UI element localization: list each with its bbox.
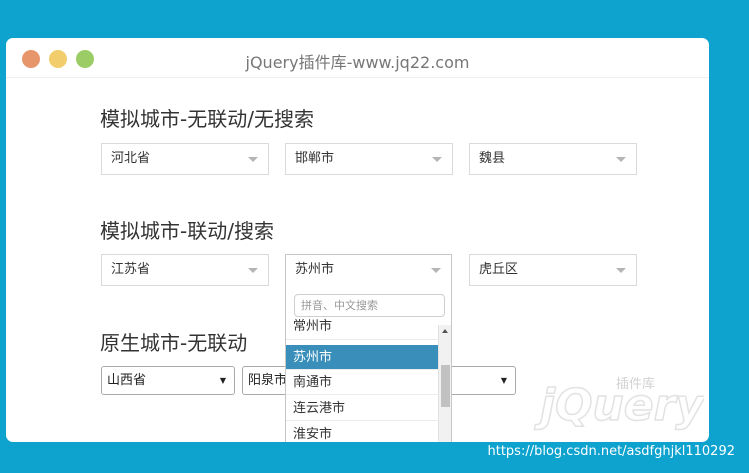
section1-city-select[interactable]: 邯郸市: [285, 143, 453, 175]
dropdown-option[interactable]: 连云港市: [286, 396, 438, 421]
section1-district-select[interactable]: 魏县: [469, 143, 637, 175]
dropdown-option-selected[interactable]: 苏州市: [286, 345, 438, 370]
scroll-thumb[interactable]: [441, 365, 450, 407]
window-title: jQuery插件库-www.jq22.com: [245, 53, 470, 72]
section1-city-value: 邯郸市: [295, 151, 335, 166]
section2-district-value: 虎丘区: [479, 262, 519, 277]
chevron-down-icon: [431, 268, 441, 273]
section2-province-value: 江苏省: [111, 262, 151, 277]
section3-city-value: 阳泉市: [248, 373, 288, 388]
city-search-input[interactable]: 拼音、中文搜索: [294, 294, 445, 317]
dropdown-option[interactable]: 淮安市: [286, 422, 438, 442]
logo-subtext: 插件库: [616, 376, 655, 392]
section2-city-select[interactable]: 苏州市: [285, 254, 452, 286]
section1-title: 模拟城市-无联动/无搜索: [100, 107, 314, 131]
title-bar: jQuery插件库-www.jq22.com: [6, 38, 709, 78]
section1-province-value: 河北省: [111, 151, 151, 166]
section2-province-select[interactable]: 江苏省: [101, 254, 269, 286]
chevron-down-icon: [248, 268, 258, 273]
section1-province-select[interactable]: 河北省: [101, 143, 269, 175]
section2-city-value: 苏州市: [295, 262, 335, 277]
section1-district-value: 魏县: [479, 151, 506, 166]
city-search-placeholder: 拼音、中文搜索: [301, 299, 378, 312]
dropdown-option[interactable]: 南通市: [286, 370, 438, 395]
watermark-url: https://blog.csdn.net/asdfghjkl110292: [487, 444, 736, 459]
triangle-down-icon: ▼: [500, 376, 507, 385]
scroll-up-icon[interactable]: [442, 329, 448, 333]
jquery-logo: jQuery 插件库: [533, 376, 704, 432]
browser-window: jQuery插件库-www.jq22.com 模拟城市-无联动/无搜索 河北省 …: [6, 38, 709, 442]
chevron-down-icon: [616, 157, 626, 162]
city-dropdown-panel: 拼音、中文搜索 常州市 苏州市 南通市 连云港市 淮安市: [285, 285, 452, 442]
section3-province-value: 山西省: [107, 373, 147, 388]
section2-title: 模拟城市-联动/搜索: [100, 219, 274, 243]
section3-title: 原生城市-无联动: [100, 331, 248, 355]
chevron-down-icon: [616, 268, 626, 273]
section3-province-select[interactable]: 山西省 ▼: [101, 366, 235, 395]
section2-district-select[interactable]: 虎丘区: [469, 254, 637, 286]
dropdown-option[interactable]: 常州市: [286, 320, 438, 340]
chevron-down-icon: [432, 157, 442, 162]
triangle-down-icon: ▼: [219, 376, 226, 385]
dropdown-scrollbar[interactable]: [438, 325, 451, 442]
chevron-down-icon: [248, 157, 258, 162]
